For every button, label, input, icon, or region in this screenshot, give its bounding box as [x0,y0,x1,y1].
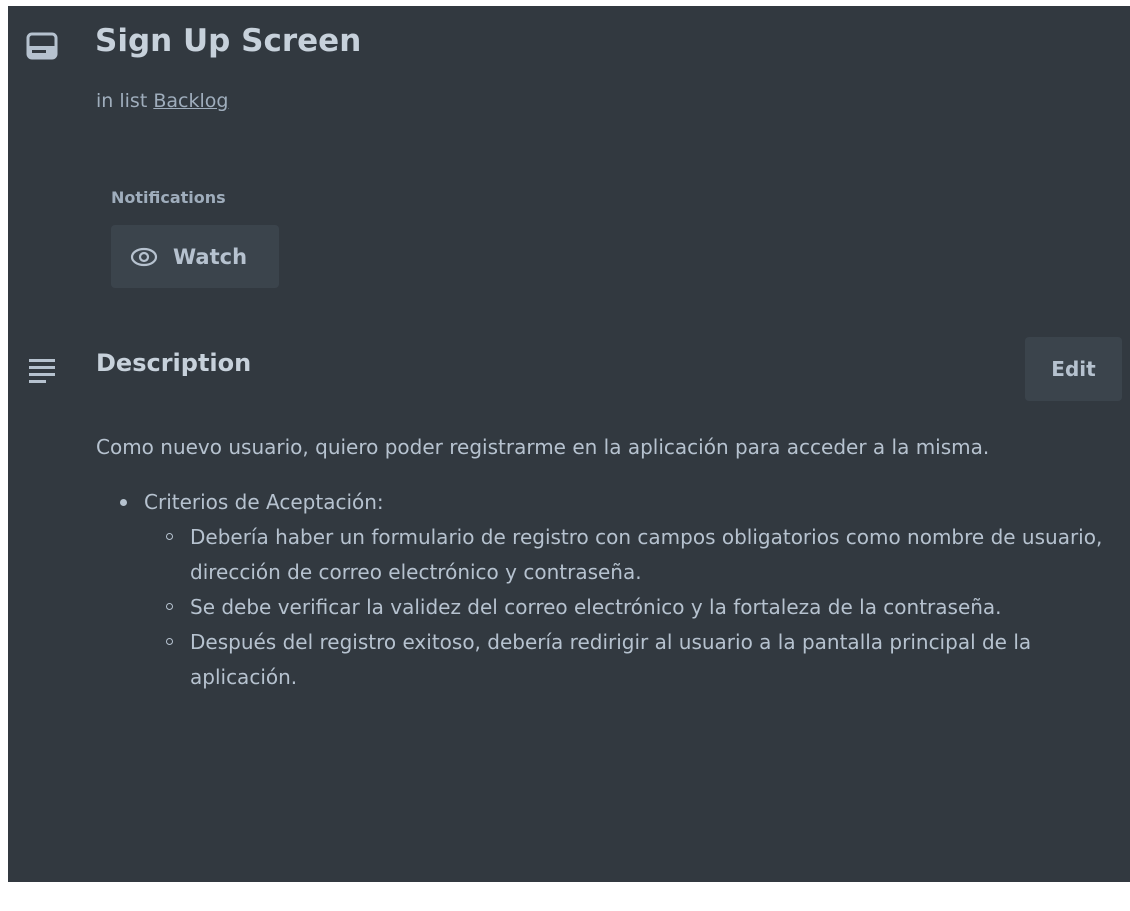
watch-label: Watch [173,244,248,269]
card-detail-panel: Sign Up Screen in list Backlog Notificat… [8,6,1130,882]
notifications-label: Notifications [111,188,226,207]
criteria-sublist: Debería haber un formulario de registro … [144,520,1116,695]
description-intro: Como nuevo usuario, quiero poder registr… [96,435,990,459]
card-icon [26,32,58,60]
edit-description-button[interactable]: Edit [1025,337,1122,401]
criteria-heading: Criterios de Aceptación: [144,490,384,514]
list-item: Después del registro exitoso, debería re… [144,625,1116,695]
watch-button[interactable]: Watch [111,225,279,288]
list-item: Criterios de Aceptación: Debería haber u… [96,485,1116,695]
list-breadcrumb: in list Backlog [96,90,228,112]
eye-icon [129,246,159,268]
card-title[interactable]: Sign Up Screen [95,23,361,59]
description-icon [28,357,56,383]
description-body[interactable]: Como nuevo usuario, quiero poder registr… [96,430,1116,695]
description-title: Description [96,349,252,377]
list-item: Debería haber un formulario de registro … [144,520,1116,590]
list-link[interactable]: Backlog [153,90,228,112]
criteria-list: Criterios de Aceptación: Debería haber u… [96,485,1116,695]
list-item: Se debe verificar la validez del correo … [144,590,1116,625]
list-prefix: in list [96,90,148,112]
